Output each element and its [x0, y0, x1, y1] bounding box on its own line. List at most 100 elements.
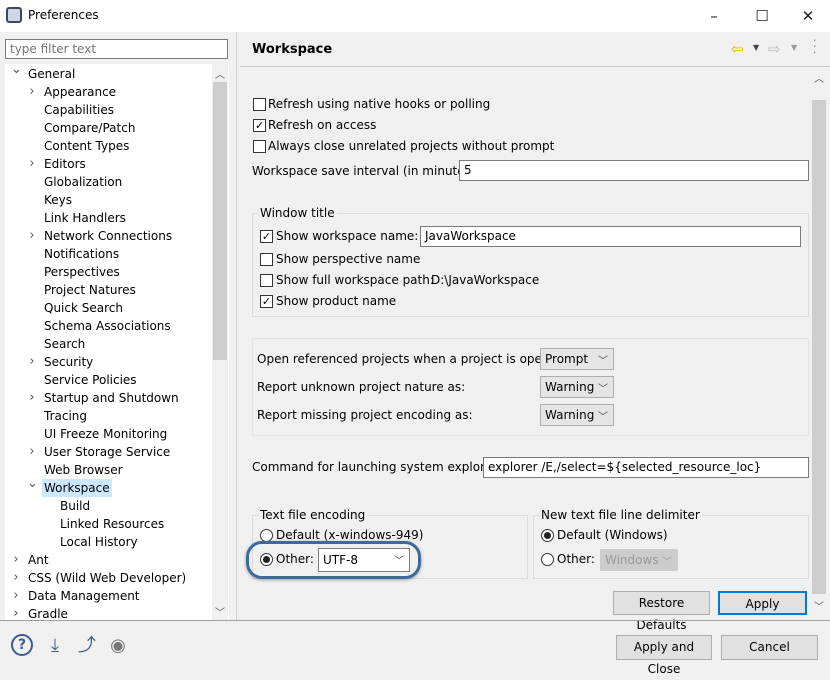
minimize-icon[interactable]: – — [694, 4, 734, 28]
expand-closed-icon[interactable]: › — [11, 607, 21, 620]
expand-closed-icon[interactable]: › — [11, 571, 21, 584]
show-path-checkbox[interactable] — [260, 274, 273, 287]
apply-button[interactable]: Apply — [718, 591, 807, 615]
maximize-icon[interactable]: ☐ — [742, 4, 782, 28]
missing-encoding-select[interactable]: Warning ﹀ — [540, 404, 614, 426]
page-scrollbar[interactable]: ︿ ﹀ — [811, 70, 827, 614]
refresh-native-checkbox[interactable] — [253, 98, 266, 111]
refresh-access-label: Refresh on access — [268, 118, 377, 132]
close-unrelated-label: Always close unrelated projects without … — [268, 139, 555, 153]
delimiter-select: Windows ﹀ — [600, 549, 678, 571]
tree-item[interactable]: Data Management — [26, 587, 142, 605]
tree-item[interactable]: User Storage Service — [42, 443, 172, 461]
tree-item[interactable]: General — [26, 65, 77, 83]
open-referenced-select[interactable]: Prompt ﹀ — [540, 348, 614, 370]
tree-item[interactable]: Editors — [42, 155, 88, 173]
tree-item[interactable]: UI Freeze Monitoring — [42, 425, 169, 443]
missing-encoding-value: Warning — [545, 408, 595, 422]
close-icon[interactable]: ✕ — [788, 4, 828, 28]
tree-scrollbar[interactable]: ︿ ﹀ — [212, 64, 228, 620]
tree-item[interactable]: Network Connections — [42, 227, 174, 245]
scroll-up-icon[interactable]: ︿ — [215, 66, 225, 81]
tree-item[interactable]: Search — [42, 335, 87, 353]
scroll-down-icon[interactable]: ﹀ — [814, 598, 824, 613]
tree-item[interactable]: Linked Resources — [58, 515, 166, 533]
show-perspective-checkbox[interactable] — [260, 253, 273, 266]
tree-item[interactable]: Content Types — [42, 137, 131, 155]
tree-item[interactable]: Workspace — [42, 479, 112, 497]
tree-item[interactable]: Ant — [26, 551, 51, 569]
restore-defaults-button[interactable]: Restore Defaults — [613, 591, 710, 632]
tree-item[interactable]: Startup and Shutdown — [42, 389, 181, 407]
unknown-nature-value: Warning — [545, 380, 595, 394]
apply-and-close-button[interactable]: Apply and Close — [616, 635, 712, 676]
expand-open-icon[interactable]: ⌄ — [11, 64, 22, 76]
show-product-label: Show product name — [276, 294, 397, 308]
chevron-down-icon: ﹀ — [598, 356, 608, 367]
sash[interactable] — [236, 32, 237, 620]
delimiter-other-radio[interactable] — [541, 553, 554, 566]
expand-open-icon[interactable]: ⌄ — [27, 477, 38, 490]
tree-item[interactable]: Schema Associations — [42, 317, 173, 335]
tree-item[interactable]: Web Browser — [42, 461, 125, 479]
cancel-button[interactable]: Cancel — [721, 635, 818, 660]
explorer-label: Command for launching system explorer: — [252, 460, 501, 474]
show-workspace-name-checkbox[interactable]: ✓ — [260, 230, 273, 243]
tree-item[interactable]: Security — [42, 353, 95, 371]
unknown-nature-select[interactable]: Warning ﹀ — [540, 376, 614, 398]
export-icon[interactable]: ⤴ — [75, 634, 99, 658]
view-menu-icon[interactable]: · · · — [813, 35, 817, 58]
tree-item[interactable]: Build — [58, 497, 92, 515]
expand-closed-icon[interactable]: › — [11, 589, 21, 602]
expand-closed-icon[interactable]: › — [27, 391, 37, 404]
workspace-name-input[interactable]: JavaWorkspace — [420, 226, 801, 247]
tree-item[interactable]: Tracing — [42, 407, 89, 425]
tree-item[interactable]: Notifications — [42, 245, 121, 263]
refresh-access-checkbox[interactable]: ✓ — [253, 119, 266, 132]
close-unrelated-checkbox[interactable] — [253, 140, 266, 153]
tree-item[interactable]: Perspectives — [42, 263, 122, 281]
tree-item[interactable]: Keys — [42, 191, 74, 209]
tree-item[interactable]: Capabilities — [42, 101, 116, 119]
page-scroll-thumb[interactable] — [812, 100, 826, 594]
tree-item[interactable]: Appearance — [42, 83, 118, 101]
forward-dropdown-icon[interactable]: ▼ — [791, 43, 797, 52]
record-icon[interactable]: ◉ — [106, 634, 130, 658]
expand-closed-icon[interactable]: › — [11, 553, 21, 566]
back-dropdown-icon[interactable]: ▼ — [753, 43, 759, 52]
scroll-up-icon[interactable]: ︿ — [814, 70, 824, 85]
filter-input[interactable] — [5, 39, 228, 59]
expand-closed-icon[interactable]: › — [27, 85, 37, 98]
footer-separator — [0, 620, 830, 621]
tree-item[interactable]: Compare/Patch — [42, 119, 137, 137]
preference-tree[interactable]: ⌄ General › Appearance Capabilities Compare/P… — [5, 64, 229, 620]
window-title: Preferences — [28, 8, 99, 22]
help-icon[interactable]: ? — [11, 634, 33, 656]
tree-item[interactable]: CSS (Wild Web Developer) — [26, 569, 188, 587]
delimiter-default-radio[interactable] — [541, 529, 554, 542]
tree-item[interactable]: Link Handlers — [42, 209, 128, 227]
workspace-path-value: D:\JavaWorkspace — [431, 273, 540, 287]
explorer-input[interactable]: explorer /E,/select=${selected_resource_… — [483, 457, 809, 478]
tree-item[interactable]: Project Natures — [42, 281, 138, 299]
tree-item[interactable]: Service Policies — [42, 371, 139, 389]
expand-closed-icon[interactable]: › — [27, 229, 37, 242]
forward-arrow-icon[interactable]: ⇨ — [768, 40, 781, 58]
back-arrow-icon[interactable]: ⇦ — [731, 40, 744, 58]
tree-item[interactable]: Local History — [58, 533, 140, 551]
expand-closed-icon[interactable]: › — [27, 355, 37, 368]
save-interval-input[interactable]: 5 — [459, 160, 809, 181]
app-icon — [6, 7, 22, 23]
expand-closed-icon[interactable]: › — [27, 157, 37, 170]
page-title: Workspace — [252, 42, 333, 57]
show-product-checkbox[interactable]: ✓ — [260, 295, 273, 308]
expand-closed-icon[interactable]: › — [27, 445, 37, 458]
scroll-down-icon[interactable]: ﹀ — [215, 604, 225, 619]
tree-item[interactable]: Quick Search — [42, 299, 125, 317]
open-referenced-label: Open referenced projects when a project … — [257, 352, 569, 366]
tree-scroll-thumb[interactable] — [213, 82, 227, 360]
tree-item[interactable]: Gradle — [26, 605, 70, 620]
open-referenced-value: Prompt — [545, 352, 589, 366]
tree-item[interactable]: Globalization — [42, 173, 124, 191]
import-icon[interactable]: ⤓ — [43, 634, 67, 658]
